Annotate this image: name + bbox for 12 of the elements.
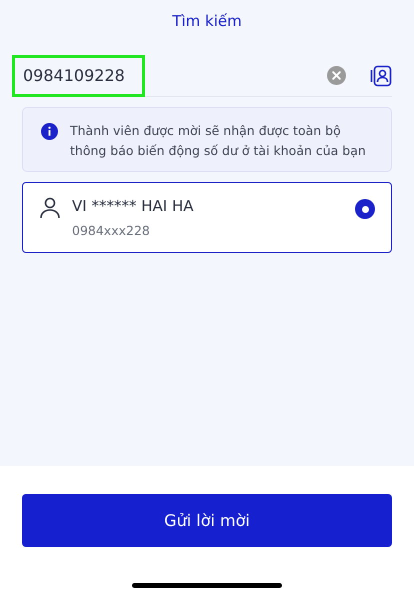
person-icon [40, 197, 60, 219]
info-icon [41, 123, 58, 140]
contact-name: VI ****** HAI HA [72, 197, 194, 215]
send-invite-button[interactable]: Gửi lời mời [22, 494, 392, 547]
contact-phone: 0984xxx228 [72, 223, 151, 238]
clear-icon[interactable] [327, 66, 346, 85]
info-text: Thành viên được mời sẽ nhận được toàn bộ thông báo biến động số dư ở tài khoản của bạn [70, 122, 367, 160]
radio-button[interactable] [355, 199, 375, 219]
search-field[interactable]: 0984109228 [12, 54, 145, 96]
contact-book-icon[interactable] [370, 64, 392, 86]
page-title: Tìm kiếm [171, 12, 243, 32]
contact-card[interactable]: VI ****** HAI HA 0984xxx228 [22, 182, 392, 253]
